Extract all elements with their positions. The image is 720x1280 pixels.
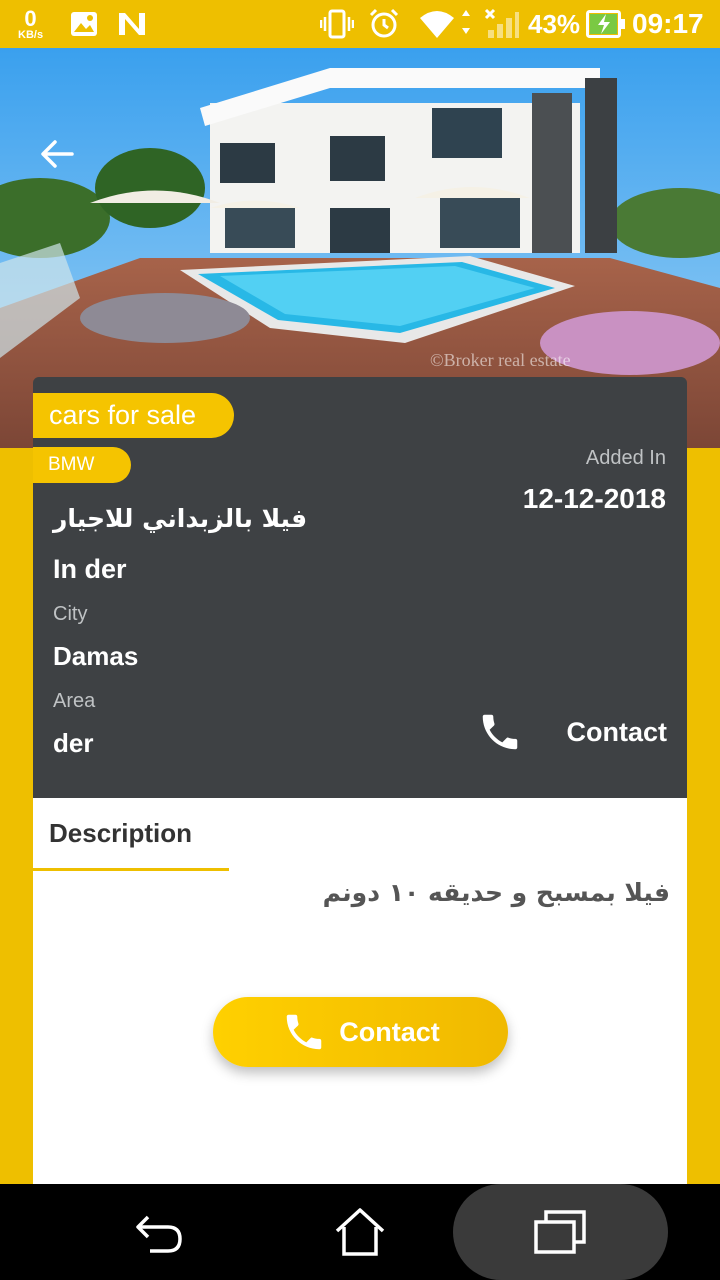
back-button[interactable]	[30, 128, 82, 180]
added-label: Added In	[585, 447, 666, 469]
recent-apps-icon	[534, 1210, 586, 1254]
home-icon	[335, 1208, 385, 1256]
nav-recent-button[interactable]	[520, 1184, 600, 1280]
description-text: فيلا بمسبح و حديقه ١٠ دونم	[322, 878, 670, 907]
status-bar: 0 KB/s 43% 09:17	[0, 0, 720, 48]
speed-unit: KB/s	[18, 28, 44, 41]
back-icon	[136, 1215, 182, 1253]
details-section: Description فيلا بمسبح و حديقه ١٠ دونم C…	[33, 798, 687, 1184]
wifi-icon	[418, 0, 482, 48]
area-value: der	[53, 728, 94, 758]
area-label: Area	[53, 690, 96, 712]
clock: 09:17	[632, 8, 704, 39]
alarm-icon	[368, 0, 400, 48]
city-value: Damas	[53, 641, 139, 671]
nav-home-button[interactable]	[320, 1184, 400, 1280]
listing-title: فيلا بالزبداني للاجيار	[53, 504, 308, 533]
navigation-bar	[0, 1184, 720, 1280]
contact-button-label: Contact	[339, 1016, 440, 1047]
vibrate-icon	[320, 0, 354, 48]
city-label: City	[53, 603, 88, 625]
listing-name: In der	[53, 554, 127, 584]
image-icon	[70, 0, 98, 48]
n-icon	[117, 0, 147, 48]
battery-charging-icon	[586, 0, 626, 48]
phone-icon	[287, 1014, 322, 1050]
watermark: ©Broker real estate	[430, 350, 571, 370]
brand-badge: BMW	[33, 447, 131, 483]
speed-value: 0	[24, 5, 37, 31]
battery-percent: 43%	[528, 8, 581, 39]
screen: 0 KB/s 43% 09:17 ©Broker real estate car…	[0, 0, 720, 1280]
nav-back-button[interactable]	[120, 1184, 200, 1280]
network-speed: 0 KB/s	[18, 0, 43, 48]
signal-icon	[484, 0, 520, 48]
phone-icon	[482, 714, 518, 750]
added-date: 12-12-2018	[522, 483, 666, 514]
listing-card: cars for sale BMW Added In 12-12-2018 في…	[33, 377, 687, 798]
tab-description[interactable]: Description	[33, 798, 229, 871]
card-contact-label: Contact	[566, 716, 668, 747]
contact-button[interactable]: Contact	[213, 997, 508, 1067]
card-contact-button[interactable]: Contact	[477, 702, 667, 762]
arrow-back-icon	[41, 140, 74, 168]
category-badge: cars for sale	[33, 393, 234, 438]
